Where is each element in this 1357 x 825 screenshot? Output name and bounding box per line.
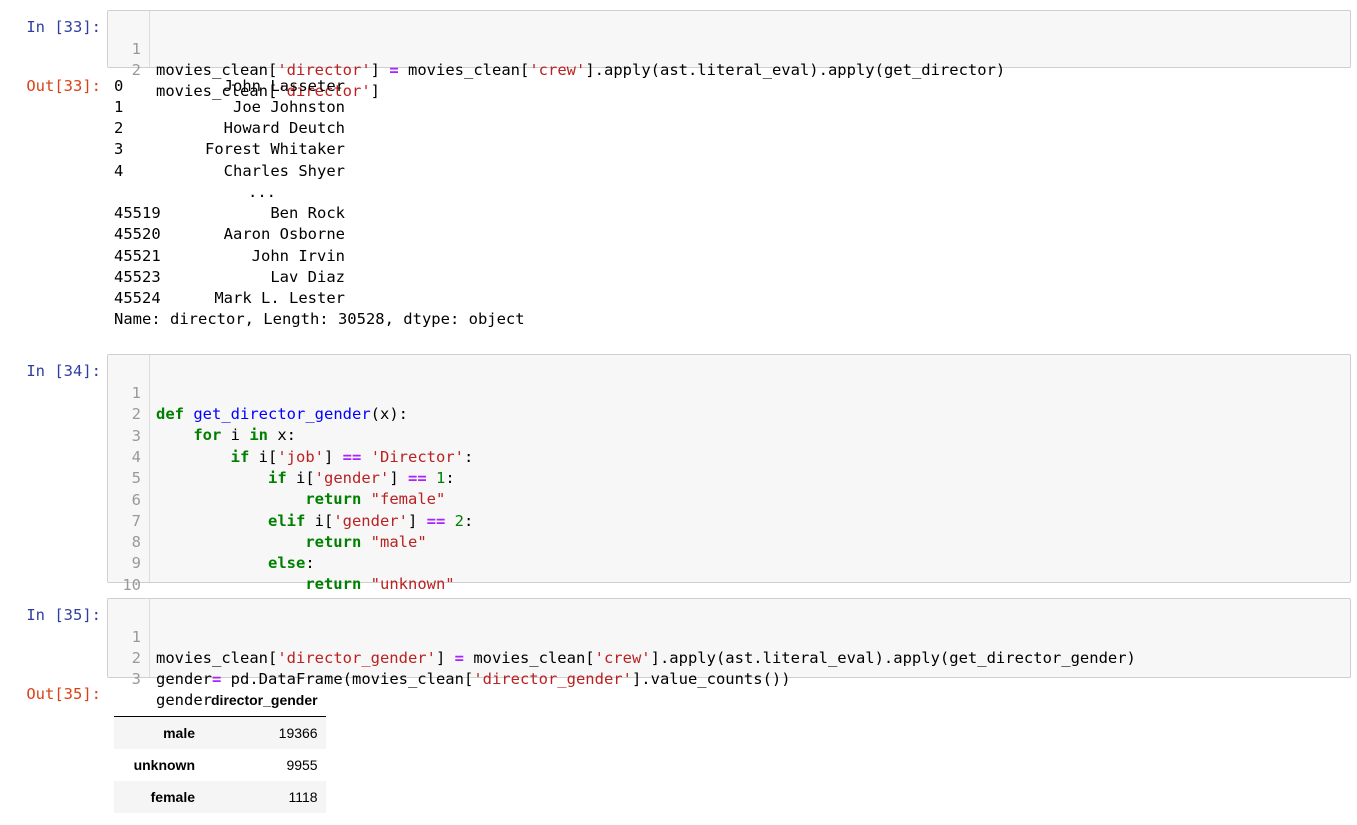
cell-prompt-out-33: Out[33]: — [26, 77, 101, 95]
code-text: elif i['gender'] == 2: — [267, 512, 474, 530]
dataframe-output: director_gender male 19366 unknown 9955 … — [114, 684, 326, 813]
column-header: director_gender — [203, 684, 326, 717]
index-header — [114, 684, 203, 717]
series-value: Aaron Osborne — [223, 225, 345, 243]
code-cell-33[interactable]: 1 movies_clean['director'] = movies_clea… — [107, 10, 1351, 100]
series-value: Forest Whitaker — [205, 140, 345, 158]
series-value: John Irvin — [251, 247, 345, 265]
code-line: 9 return "unknown" — [108, 532, 455, 593]
code-text: def get_director_gender(x): — [156, 405, 408, 423]
table-row: male 19366 — [114, 716, 326, 749]
row-label: unknown — [133, 757, 195, 773]
code-line: 5 return "female" — [108, 447, 446, 508]
code-line: 10 return np.nan — [108, 554, 314, 615]
code-line: 3 gender — [108, 648, 212, 709]
cell-prompt-in-35: In [35]: — [26, 606, 101, 624]
series-value: Ben Rock — [270, 204, 345, 222]
row-label: female — [150, 789, 195, 805]
row-label: male — [163, 725, 195, 741]
table-header-row: director_gender — [114, 684, 326, 717]
code-text: return "male" — [305, 533, 427, 551]
row-value: 9955 — [286, 757, 318, 773]
series-value: John Lasseter — [223, 77, 345, 95]
row-value: 1118 — [288, 789, 318, 805]
table-row: unknown 9955 — [114, 749, 326, 781]
series-value: Howard Deutch — [223, 119, 345, 137]
line-number: 10 — [122, 576, 141, 594]
table-row: female 1118 — [114, 781, 326, 813]
code-line: 8 else: — [108, 511, 315, 572]
code-text: if i['job'] == 'Director': — [230, 448, 474, 466]
series-footer: Name: director, Length: 30528, dtype: ob… — [114, 310, 525, 328]
code-text: for i in x: — [193, 426, 296, 444]
series-value: Joe Johnston — [233, 98, 345, 116]
code-cell-34[interactable]: 1 def get_director_gender(x): 2 for i in… — [107, 354, 1351, 615]
code-cell-35[interactable]: 1 movies_clean['director_gender'] = movi… — [107, 598, 1351, 709]
series-value: Charles Shyer — [223, 162, 345, 180]
code-text: else: — [267, 554, 315, 572]
code-line: 4 if i['gender'] == 1: — [108, 426, 455, 487]
code-line: 7 return "male" — [108, 490, 427, 551]
code-text: if i['gender'] == 1: — [267, 469, 455, 487]
code-text: return "unknown" — [305, 575, 455, 593]
code-text: return "female" — [305, 490, 446, 508]
code-line: 3 if i['job'] == 'Director': — [108, 405, 474, 466]
series-value: Lav Diaz — [270, 268, 345, 286]
cell-prompt-in-34: In [34]: — [26, 362, 101, 380]
series-value: Mark L. Lester — [214, 289, 345, 307]
code-line: 2 movies_clean['director'] — [108, 39, 380, 100]
code-text: movies_clean['director_gender'] = movies… — [156, 649, 1136, 667]
row-value: 19366 — [278, 725, 318, 741]
series-ellipsis: ... — [248, 183, 276, 201]
code-line: 6 elif i['gender'] == 2: — [108, 469, 474, 530]
code-line: 2 gender= pd.DataFrame(movies_clean['dir… — [108, 627, 791, 688]
code-line: 1 movies_clean['director_gender'] = movi… — [108, 606, 1136, 667]
cell-prompt-out-35: Out[35]: — [26, 685, 101, 703]
code-line: 1 def get_director_gender(x): — [108, 362, 408, 423]
code-line: 1 movies_clean['director'] = movies_clea… — [108, 18, 1006, 79]
cell-prompt-in-33: In [33]: — [26, 18, 101, 36]
code-line: 2 for i in x: — [108, 383, 296, 444]
